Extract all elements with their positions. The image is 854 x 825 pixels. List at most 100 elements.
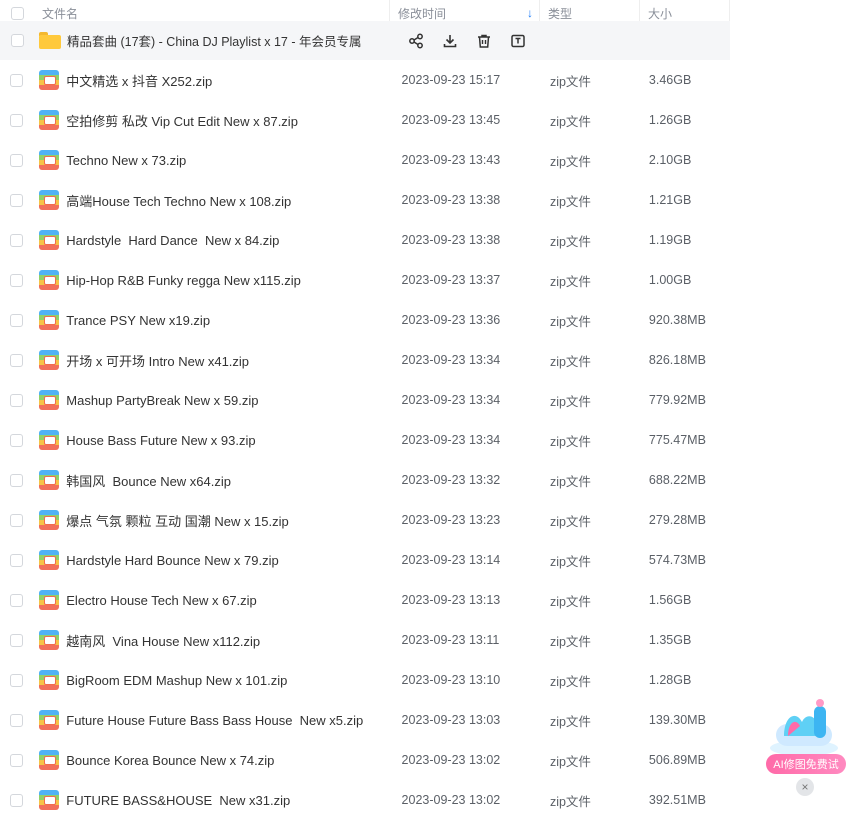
row-checkbox[interactable] [10, 113, 24, 127]
row-check-cell[interactable] [0, 153, 34, 167]
file-name[interactable]: Future House Future Bass Bass House New … [65, 713, 393, 728]
file-name[interactable]: 高端House Tech Techno New x 108.zip [65, 191, 393, 210]
row-checkbox[interactable] [10, 313, 24, 327]
file-type: zip文件 [549, 474, 591, 489]
row-check-cell[interactable] [0, 73, 34, 87]
row-checkbox[interactable] [10, 513, 24, 527]
file-size: 574.73MB [648, 553, 706, 567]
file-name[interactable]: FUTURE BASS&HOUSE New x31.zip [65, 793, 393, 808]
row-check-cell[interactable] [0, 34, 34, 47]
row-check-cell[interactable] [0, 233, 34, 247]
row-check-cell[interactable] [0, 513, 34, 527]
row-checkbox[interactable] [10, 193, 24, 207]
row-check-cell[interactable] [0, 633, 34, 647]
scrollbar[interactable] [848, 30, 854, 825]
ai-promo-label[interactable]: AI修图免费试 [766, 754, 846, 774]
file-row[interactable]: 越南风 Vina House New x112.zip 2023-09-23 13… [0, 620, 730, 660]
file-row[interactable]: 空拍修剪 私改 Vip Cut Edit New x 87.zip 2023-09… [0, 100, 730, 140]
file-name[interactable]: 空拍修剪 私改 Vip Cut Edit New x 87.zip [65, 111, 393, 130]
download-icon[interactable] [440, 31, 460, 51]
folder-name[interactable]: 精品套曲 (17套) - China DJ Playlist x 17 - 年会… [66, 31, 398, 50]
file-name[interactable]: Electro House Tech New x 67.zip [65, 593, 393, 608]
file-name[interactable]: 开场 x 可开场 Intro New x41.zip [65, 351, 393, 370]
row-check-cell[interactable] [0, 113, 34, 127]
row-checkbox[interactable] [10, 633, 24, 647]
file-row[interactable]: Electro House Tech New x 67.zip 2023-09-2… [0, 580, 730, 620]
file-name[interactable]: Bounce Korea Bounce New x 74.zip [65, 753, 393, 768]
sort-desc-icon[interactable]: ↓ [527, 6, 533, 20]
delete-icon[interactable] [474, 31, 494, 51]
file-row[interactable]: 高端House Tech Techno New x 108.zip 2023-09… [0, 180, 730, 220]
file-name[interactable]: Hip-Hop R&B Funky regga New x115.zip [65, 273, 393, 288]
row-check-cell[interactable] [0, 193, 34, 207]
row-checkbox[interactable] [10, 753, 24, 767]
row-checkbox[interactable] [10, 473, 24, 487]
select-all-checkbox[interactable] [10, 7, 24, 20]
file-name[interactable]: House Bass Future New x 93.zip [65, 433, 393, 448]
file-name[interactable]: Trance PSY New x19.zip [65, 313, 393, 328]
row-check-cell[interactable] [0, 793, 34, 807]
file-name[interactable]: Hardstyle Hard Dance New x 84.zip [65, 233, 393, 248]
file-row[interactable]: Future House Future Bass Bass House New … [0, 700, 730, 740]
file-name[interactable]: 韩国风 Bounce New x64.zip [65, 471, 393, 490]
row-checkbox[interactable] [10, 233, 24, 247]
row-check-cell[interactable] [0, 753, 34, 767]
file-row[interactable]: House Bass Future New x 93.zip 2023-09-23… [0, 420, 730, 460]
file-name[interactable]: Hardstyle Hard Bounce New x 79.zip [65, 553, 393, 568]
row-check-cell[interactable] [0, 313, 34, 327]
file-row[interactable]: Techno New x 73.zip 2023-09-23 13:43 zip文件… [0, 140, 730, 180]
row-checkbox[interactable] [10, 793, 24, 807]
file-row[interactable]: Mashup PartyBreak New x 59.zip 2023-09-23… [0, 380, 730, 420]
row-check-cell[interactable] [0, 353, 34, 367]
file-row[interactable]: 韩国风 Bounce New x64.zip 2023-09-23 13:32 zi… [0, 460, 730, 500]
row-checkbox[interactable] [10, 593, 24, 607]
close-icon[interactable]: × [796, 778, 814, 796]
share-icon[interactable] [406, 31, 426, 51]
row-checkbox[interactable] [10, 713, 24, 727]
file-row[interactable]: Hardstyle Hard Bounce New x 79.zip 2023-0… [0, 540, 730, 580]
file-row[interactable]: FUTURE BASS&HOUSE New x31.zip 2023-09-23 … [0, 780, 730, 820]
file-type: zip文件 [549, 154, 591, 169]
rename-icon[interactable] [508, 31, 528, 51]
row-check-cell[interactable] [0, 713, 34, 727]
row-icon-cell [34, 350, 66, 370]
row-check-cell[interactable] [0, 473, 34, 487]
file-name[interactable]: BigRoom EDM Mashup New x 101.zip [65, 673, 393, 688]
row-check-cell[interactable] [0, 393, 34, 407]
row-checkbox[interactable] [10, 553, 24, 567]
file-name[interactable]: Mashup PartyBreak New x 59.zip [65, 393, 393, 408]
row-check-cell[interactable] [0, 433, 34, 447]
row-checkbox[interactable] [10, 153, 24, 167]
file-row[interactable]: 开场 x 可开场 Intro New x41.zip 2023-09-23 13:… [0, 340, 730, 380]
file-modified-time: 2023-09-23 13:38 [401, 193, 501, 207]
row-check-cell[interactable] [0, 553, 34, 567]
file-row[interactable]: Bounce Korea Bounce New x 74.zip 2023-09-… [0, 740, 730, 780]
row-check-cell[interactable] [0, 593, 34, 607]
row-checkbox[interactable] [10, 34, 24, 47]
file-name[interactable]: Techno New x 73.zip [65, 153, 393, 168]
row-checkbox[interactable] [10, 73, 24, 87]
file-modified-time: 2023-09-23 13:34 [401, 433, 501, 447]
row-actions [398, 31, 528, 51]
row-checkbox[interactable] [10, 673, 24, 687]
file-modified-time: 2023-09-23 13:34 [401, 393, 501, 407]
row-checkbox[interactable] [10, 393, 24, 407]
file-row[interactable]: 爆点 气氛 颗粒 互动 国潮 New x 15.zip 2023-09-23 13… [0, 500, 730, 540]
file-row[interactable]: Trance PSY New x19.zip 2023-09-23 13:36 zi… [0, 300, 730, 340]
file-type: zip文件 [549, 594, 591, 609]
file-name[interactable]: 中文精选 x 抖音 X252.zip [65, 71, 393, 90]
file-row[interactable]: 中文精选 x 抖音 X252.zip 2023-09-23 15:17 zip文件 3… [0, 60, 730, 100]
file-type: zip文件 [549, 674, 591, 689]
row-checkbox[interactable] [10, 273, 24, 287]
file-row[interactable]: Hip-Hop R&B Funky regga New x115.zip 2023… [0, 260, 730, 300]
file-name[interactable]: 爆点 气氛 颗粒 互动 国潮 New x 15.zip [65, 511, 393, 530]
file-row[interactable]: BigRoom EDM Mashup New x 101.zip 2023-09-… [0, 660, 730, 700]
row-checkbox[interactable] [10, 433, 24, 447]
row-check-cell[interactable] [0, 673, 34, 687]
row-check-cell[interactable] [0, 273, 34, 287]
row-icon-cell [34, 150, 66, 170]
file-name[interactable]: 越南风 Vina House New x112.zip [65, 631, 393, 650]
folder-row[interactable]: 精品套曲 (17套) - China DJ Playlist x 17 - 年会… [0, 21, 730, 60]
row-checkbox[interactable] [10, 353, 24, 367]
file-row[interactable]: Hardstyle Hard Dance New x 84.zip 2023-09… [0, 220, 730, 260]
